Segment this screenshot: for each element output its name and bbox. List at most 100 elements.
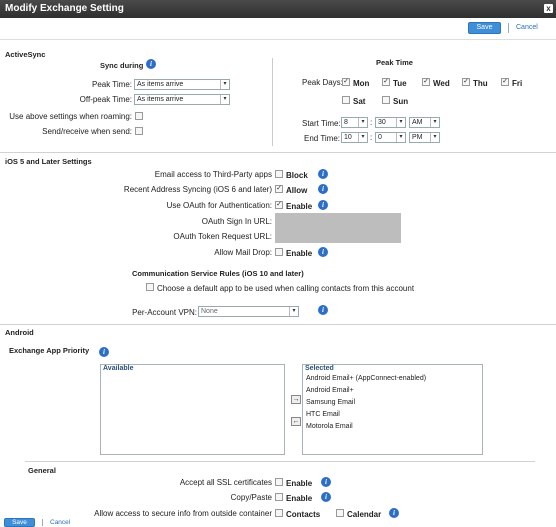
sendreceive-checkbox[interactable] — [135, 127, 143, 135]
day-mon-checkbox[interactable]: ✓ — [342, 78, 350, 86]
calendar-checkbox[interactable] — [336, 509, 344, 517]
info-icon[interactable]: i — [318, 169, 328, 179]
email-access-checkbox[interactable] — [275, 170, 283, 178]
oauth-option: Enable — [286, 202, 313, 211]
end-time-label: End Time: — [304, 134, 341, 143]
chevron-down-icon: ▾ — [430, 118, 439, 127]
day-sat-checkbox[interactable] — [342, 96, 350, 104]
day-sun-checkbox[interactable] — [382, 96, 390, 104]
info-icon[interactable]: i — [318, 247, 328, 257]
end-hour-select[interactable]: 10 ▾ — [341, 132, 368, 143]
day-fri-checkbox[interactable]: ✓ — [501, 78, 509, 86]
footer-cancel-button[interactable]: Cancel — [50, 519, 70, 526]
available-header: Available — [103, 365, 134, 372]
bottom-toolbar: Save Cancel — [0, 518, 556, 527]
info-icon[interactable]: i — [321, 492, 331, 502]
allow-mail-drop-checkbox[interactable] — [275, 248, 283, 256]
vpn-value: None — [201, 308, 218, 315]
copypaste-checkbox[interactable] — [275, 493, 283, 501]
info-icon[interactable]: i — [318, 305, 328, 315]
info-icon[interactable]: i — [146, 59, 156, 69]
peak-time-label: Peak Time: — [91, 80, 132, 89]
day-mon-label: Mon — [353, 79, 370, 88]
info-icon[interactable]: i — [318, 200, 328, 210]
ssl-option: Enable — [286, 479, 313, 488]
day-tue-checkbox[interactable]: ✓ — [382, 78, 390, 86]
cancel-button[interactable]: Cancel — [516, 24, 538, 31]
recent-address-checkbox[interactable]: ✓ — [275, 185, 283, 193]
roaming-label: Use above settings when roaming: — [9, 112, 132, 121]
list-item[interactable]: Motorola Email — [303, 421, 482, 433]
list-item[interactable]: Samsung Email — [303, 397, 482, 409]
ssl-label: Accept all SSL certificates — [179, 478, 272, 487]
oauth-signin-label: OAuth Sign In URL: — [201, 217, 272, 226]
selected-header: Selected — [305, 365, 334, 372]
vpn-label: Per-Account VPN: — [132, 308, 197, 317]
comm-rules-checkbox[interactable] — [146, 283, 154, 291]
start-hour-select[interactable]: 8 ▾ — [341, 117, 368, 128]
peak-time-select[interactable]: As items arrive ▾ — [134, 79, 230, 90]
day-fri-label: Fri — [512, 79, 523, 88]
general-section-title: General — [28, 466, 56, 475]
time-separator: : — [370, 133, 373, 142]
exchange-app-priority-label: Exchange App Priority — [9, 346, 90, 355]
start-min-select[interactable]: 30 ▾ — [375, 117, 406, 128]
end-ampm-value: PM — [412, 134, 423, 141]
start-ampm-select[interactable]: AM ▾ — [409, 117, 440, 128]
list-item[interactable]: HTC Email — [303, 409, 482, 421]
list-item[interactable]: Android Email+ — [303, 385, 482, 397]
chevron-down-icon: ▾ — [220, 80, 229, 89]
day-tue-label: Tue — [393, 79, 407, 88]
recent-address-option: Allow — [286, 186, 308, 195]
allow-mail-drop-label: Allow Mail Drop: — [214, 248, 272, 257]
offpeak-time-label: Off-peak Time: — [79, 95, 132, 104]
chevron-down-icon: ▾ — [220, 95, 229, 104]
oauth-label: Use OAuth for Authentication: — [166, 201, 272, 210]
vpn-select[interactable]: None ▾ — [198, 306, 299, 317]
offpeak-time-value: As items arrive — [137, 96, 184, 103]
day-wed-label: Wed — [433, 79, 450, 88]
email-access-label: Email access to Third-Party apps — [154, 170, 272, 179]
chevron-down-icon: ▾ — [358, 133, 367, 142]
close-icon[interactable]: x — [544, 4, 553, 13]
day-thu-checkbox[interactable]: ✓ — [462, 78, 470, 86]
footer-divider — [42, 519, 43, 526]
secure-info-label: Allow access to secure info from outside… — [94, 509, 272, 518]
section-divider — [0, 152, 556, 153]
info-icon[interactable]: i — [318, 184, 328, 194]
toolbar-divider — [508, 23, 509, 33]
sync-during-title: Sync during — [100, 61, 144, 70]
chevron-down-icon: ▾ — [358, 118, 367, 127]
available-apps-list[interactable]: Available — [100, 364, 285, 455]
footer-save-button[interactable]: Save — [4, 518, 35, 527]
day-wed-checkbox[interactable]: ✓ — [422, 78, 430, 86]
selected-apps-list[interactable]: Selected Android Email+ (AppConnect-enab… — [302, 364, 483, 455]
comm-rules-title: Communication Service Rules (iOS 10 and … — [132, 269, 304, 278]
redacted-url-fields — [275, 213, 401, 243]
start-min-value: 30 — [378, 119, 386, 126]
contacts-checkbox[interactable] — [275, 509, 283, 517]
info-icon[interactable]: i — [321, 477, 331, 487]
info-icon[interactable]: i — [99, 347, 109, 357]
peak-time-value: As items arrive — [137, 81, 184, 88]
end-min-select[interactable]: 0 ▾ — [375, 132, 406, 143]
ssl-checkbox[interactable] — [275, 478, 283, 486]
end-ampm-select[interactable]: PM ▾ — [409, 132, 440, 143]
roaming-checkbox[interactable] — [135, 112, 143, 120]
copypaste-label: Copy/Paste — [230, 493, 272, 502]
oauth-checkbox[interactable]: ✓ — [275, 201, 283, 209]
chevron-down-icon: ▾ — [289, 307, 298, 316]
info-icon[interactable]: i — [389, 508, 399, 518]
start-time-label: Start Time: — [302, 119, 341, 128]
end-hour-value: 10 — [344, 134, 352, 141]
email-access-option: Block — [286, 171, 308, 180]
activesync-section-title: ActiveSync — [5, 50, 46, 59]
list-item[interactable]: Android Email+ (AppConnect-enabled) — [303, 373, 482, 385]
offpeak-time-select[interactable]: As items arrive ▾ — [134, 94, 230, 105]
comm-rules-option: Choose a default app to be used when cal… — [157, 284, 415, 293]
sendreceive-label: Send/receive when send: — [42, 127, 132, 136]
save-button[interactable]: Save — [468, 22, 501, 34]
move-left-icon[interactable]: ← — [291, 417, 301, 426]
ios-section-title: iOS 5 and Later Settings — [5, 157, 92, 166]
move-right-icon[interactable]: → — [291, 395, 301, 404]
